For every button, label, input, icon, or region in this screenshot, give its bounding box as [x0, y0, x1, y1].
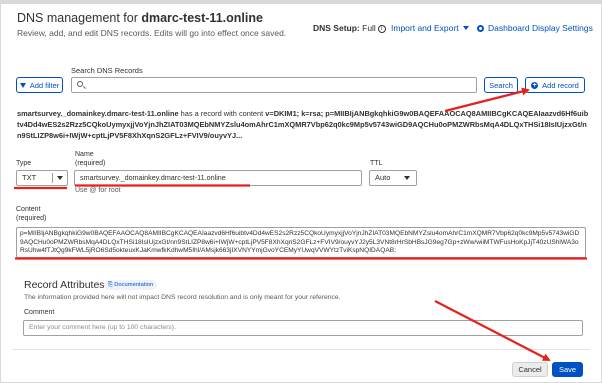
- name-label: Name: [75, 151, 94, 158]
- ttl-select[interactable]: Auto: [369, 170, 417, 186]
- dns-setup-label: DNS Setup:: [313, 23, 360, 33]
- record-summary-name: smartsurvey._domainkey.dmarc-test-11.onl…: [17, 109, 179, 118]
- search-input[interactable]: [71, 77, 477, 93]
- caret-down-icon: [462, 26, 469, 30]
- page-title-prefix: DNS management for: [17, 11, 142, 25]
- import-export-label: Import and Export: [391, 23, 459, 33]
- name-required: (required): [75, 160, 106, 167]
- ttl-value: Auto: [375, 173, 391, 182]
- type-select[interactable]: TXT: [16, 170, 68, 186]
- record-attributes-title: Record Attributes: [24, 279, 105, 291]
- plus-icon: +: [531, 81, 539, 89]
- divider: [12, 349, 590, 350]
- page-subtitle: Review, add, and edit DNS records. Edits…: [17, 28, 287, 38]
- record-summary-text: has a record with content: [178, 109, 266, 118]
- content-required: (required): [16, 215, 47, 222]
- chevron-down-icon: [404, 176, 410, 180]
- documentation-label: Documentation: [114, 282, 154, 288]
- select-separator: [52, 173, 53, 183]
- dashboard-settings-label: Dashboard Display Settings: [488, 23, 593, 33]
- add-filter-label: Add filter: [29, 80, 60, 90]
- record-summary: smartsurvey._domainkey.dmarc-test-11.onl…: [17, 108, 589, 141]
- dns-setup-status: DNS Setup: Full i: [313, 23, 386, 33]
- page-title: DNS management for dmarc-test-11.online: [17, 11, 263, 25]
- cancel-button[interactable]: Cancel: [512, 362, 548, 377]
- filter-icon: [19, 82, 26, 88]
- comment-label: Comment: [24, 309, 55, 316]
- info-icon[interactable]: i: [377, 25, 386, 33]
- ttl-label: TTL: [370, 160, 383, 167]
- gear-icon: [477, 25, 484, 32]
- add-record-label: Add record: [542, 80, 579, 90]
- name-hint: Use @ for root: [75, 187, 121, 194]
- name-input[interactable]: smartsurvey._domainkey.dmarc-test-11.onl…: [74, 170, 362, 186]
- content-label: Content: [16, 206, 41, 213]
- dashboard-display-settings-link[interactable]: Dashboard Display Settings: [477, 23, 593, 33]
- save-button[interactable]: Save: [552, 362, 583, 377]
- type-value: TXT: [22, 173, 37, 182]
- search-label: Search DNS Records: [71, 66, 143, 75]
- page-title-domain: dmarc-test-11.online: [141, 11, 263, 25]
- record-attributes-description: The information provided here will not i…: [24, 294, 341, 301]
- chevron-down-icon: [57, 176, 63, 180]
- add-record-button[interactable]: + Add record: [525, 77, 585, 93]
- type-label: Type: [16, 160, 32, 167]
- comment-input[interactable]: Enter your comment here (up to 100 chara…: [23, 320, 583, 336]
- search-icon: [77, 81, 83, 87]
- documentation-link[interactable]: ⎘ Documentation: [104, 280, 158, 290]
- import-export-dropdown[interactable]: Import and Export: [391, 23, 469, 33]
- content-textarea[interactable]: p=MIIBIjANBgkqhkiG9w0BAQEFAAOCAQ8AMIIBCg…: [16, 227, 586, 258]
- add-filter-button[interactable]: Add filter: [16, 77, 63, 93]
- dns-setup-value: Full: [362, 23, 376, 33]
- search-button[interactable]: Search: [484, 77, 518, 93]
